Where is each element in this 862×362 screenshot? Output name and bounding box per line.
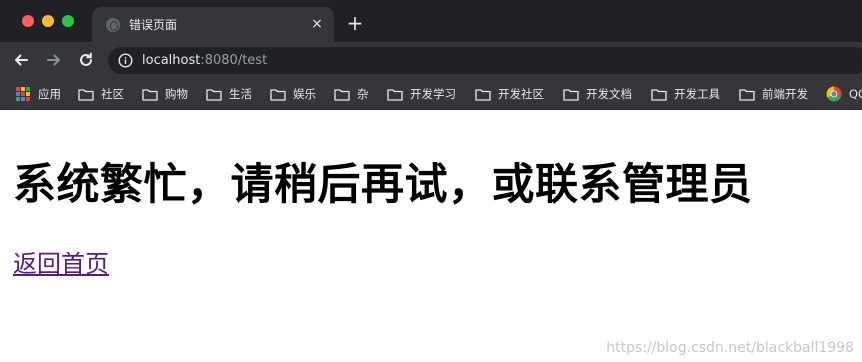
bookmark-folder[interactable]: 开发社区 — [475, 84, 544, 104]
bookmark-label: 娱乐 — [293, 87, 316, 101]
browser-toolbar: localhost:8080/test — [0, 42, 862, 78]
window-close-button[interactable] — [22, 15, 34, 27]
bookmark-folder[interactable]: 购物 — [142, 84, 188, 104]
back-arrow-icon[interactable] — [10, 49, 32, 71]
bookmark-folder[interactable]: 杂 — [334, 84, 369, 104]
folder-icon — [206, 88, 222, 101]
new-tab-button[interactable]: + — [344, 12, 366, 34]
watermark-text: https://blog.csdn.net/blackball1998 — [606, 340, 854, 356]
page-content: 系统繁忙，请稍后再试，或联系管理员 返回首页 https://blog.csdn… — [0, 110, 862, 362]
bookmark-folder[interactable]: 生活 — [206, 84, 252, 104]
bookmark-label: 杂 — [357, 87, 369, 101]
bookmark-folder[interactable]: 社区 — [78, 84, 124, 104]
tab-title: 错误页面 — [129, 18, 178, 32]
address-url[interactable]: localhost:8080/test — [142, 53, 267, 68]
bookmark-label: QQ — [849, 87, 862, 101]
folder-icon — [387, 88, 403, 101]
bookmark-label: 生活 — [229, 87, 252, 101]
bookmarks-bar: 应用 社区 购物 生活 娱乐 杂 开发学习 开发社区 开发文档 开发工具 前端开… — [0, 78, 862, 110]
tab-close-icon[interactable]: × — [308, 15, 326, 33]
apps-grid-icon — [16, 87, 30, 101]
browser-title-bar: 错误页面 × + — [0, 0, 862, 42]
window-minimize-button[interactable] — [42, 15, 54, 27]
bookmark-label: 前端开发 — [762, 87, 808, 101]
address-host: localhost — [142, 53, 201, 68]
bookmark-label: 开发社区 — [498, 87, 544, 101]
folder-icon — [334, 88, 350, 101]
return-home-link[interactable]: 返回首页 — [13, 244, 109, 279]
chrome-icon — [826, 86, 842, 102]
forward-arrow-icon[interactable] — [43, 49, 65, 71]
bookmark-folder[interactable]: 开发文档 — [563, 84, 632, 104]
folder-icon — [475, 88, 491, 101]
bookmark-folder[interactable]: 开发工具 — [651, 84, 720, 104]
bookmark-label: 开发学习 — [410, 87, 456, 101]
address-bar[interactable]: localhost:8080/test — [108, 47, 862, 74]
folder-icon — [739, 88, 755, 101]
bookmark-folder[interactable]: 娱乐 — [270, 84, 316, 104]
bookmark-apps[interactable]: 应用 — [16, 84, 61, 104]
bookmark-qq[interactable]: QQ — [826, 84, 862, 104]
folder-icon — [651, 88, 667, 101]
error-heading: 系统繁忙，请稍后再试，或联系管理员 — [13, 160, 753, 210]
folder-icon — [78, 88, 94, 101]
bookmark-folder[interactable]: 开发学习 — [387, 84, 456, 104]
bookmark-label: 购物 — [165, 87, 188, 101]
browser-tab[interactable]: 错误页面 × — [92, 7, 334, 42]
info-icon[interactable] — [118, 53, 133, 68]
bookmark-label: 开发工具 — [674, 87, 720, 101]
reload-icon[interactable] — [75, 49, 97, 71]
address-path: :8080/test — [200, 53, 268, 68]
folder-icon — [142, 88, 158, 101]
bookmark-folder[interactable]: 前端开发 — [739, 84, 808, 104]
bookmark-label: 社区 — [101, 87, 124, 101]
folder-icon — [563, 88, 579, 101]
bookmark-label: 开发文档 — [586, 87, 632, 101]
bookmark-label: 应用 — [38, 87, 61, 101]
window-maximize-button[interactable] — [62, 15, 74, 27]
globe-icon — [106, 18, 120, 32]
folder-icon — [270, 88, 286, 101]
